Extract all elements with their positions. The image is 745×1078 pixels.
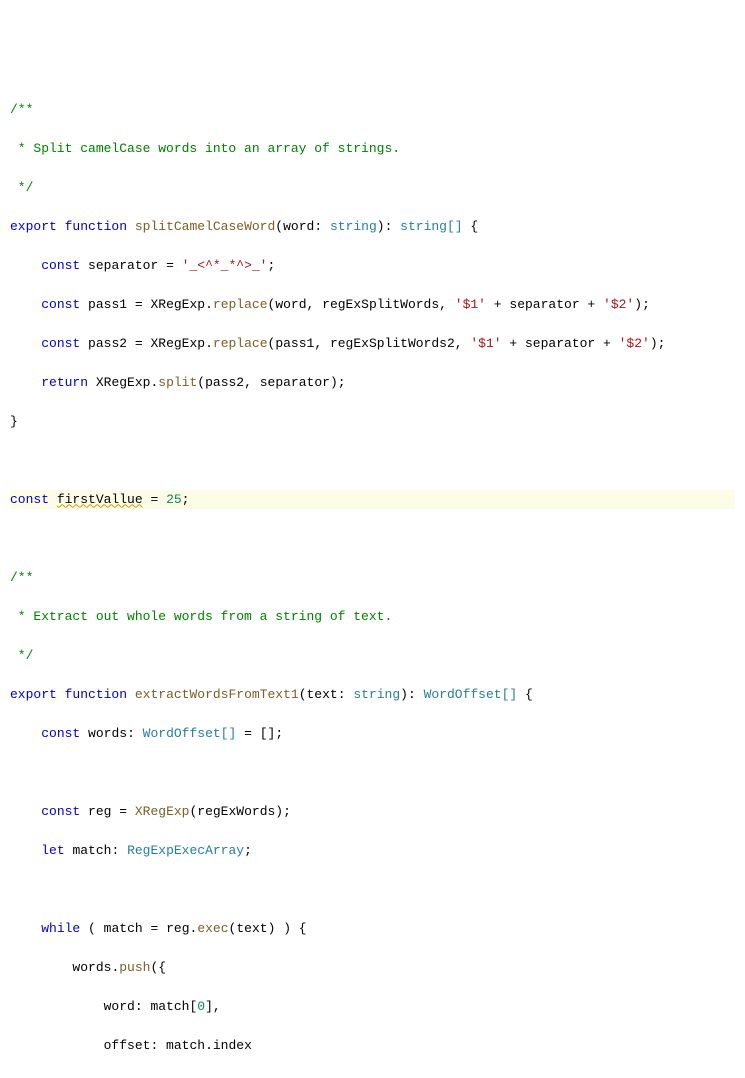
prop-offset: offset: match.index bbox=[10, 1036, 735, 1056]
blank-line bbox=[10, 763, 735, 783]
jsdoc-open: /** bbox=[10, 102, 33, 117]
const-pass1: const pass1 = XRegExp.replace(word, regE… bbox=[10, 295, 735, 315]
jsdoc-text: * Split camelCase words into an array of… bbox=[10, 141, 400, 156]
let-match: let match: RegExpExecArray; bbox=[10, 841, 735, 861]
while-loop: while ( match = reg.exec(text) ) { bbox=[10, 919, 735, 939]
code-editor[interactable]: /** * Split camelCase words into an arra… bbox=[0, 78, 745, 1078]
prop-word: word: match[0], bbox=[10, 997, 735, 1017]
highlighted-line[interactable]: const firstVallue = 25; bbox=[10, 490, 735, 510]
jsdoc-text: * Extract out whole words from a string … bbox=[10, 609, 392, 624]
const-reg: const reg = XRegExp(regExWords); bbox=[10, 802, 735, 822]
const-pass2: const pass2 = XRegExp.replace(pass1, reg… bbox=[10, 334, 735, 354]
spelling-warning[interactable]: firstVallue bbox=[57, 492, 143, 507]
jsdoc-open: /** bbox=[10, 570, 33, 585]
words-push: words.push({ bbox=[10, 958, 735, 978]
blank-line bbox=[10, 451, 735, 471]
const-words: const words: WordOffset[] = []; bbox=[10, 724, 735, 744]
blank-line bbox=[10, 529, 735, 549]
function-declaration: export function extractWordsFromText1(te… bbox=[10, 685, 735, 705]
return-stmt: return XRegExp.split(pass2, separator); bbox=[10, 373, 735, 393]
function-declaration: export function splitCamelCaseWord(word:… bbox=[10, 217, 735, 237]
jsdoc-close: */ bbox=[10, 180, 33, 195]
close-brace: } bbox=[10, 412, 735, 432]
obj-close: }); bbox=[10, 1075, 735, 1078]
jsdoc-close: */ bbox=[10, 648, 33, 663]
const-separator: const separator = '_<^*_*^>_'; bbox=[10, 256, 735, 276]
blank-line bbox=[10, 880, 735, 900]
